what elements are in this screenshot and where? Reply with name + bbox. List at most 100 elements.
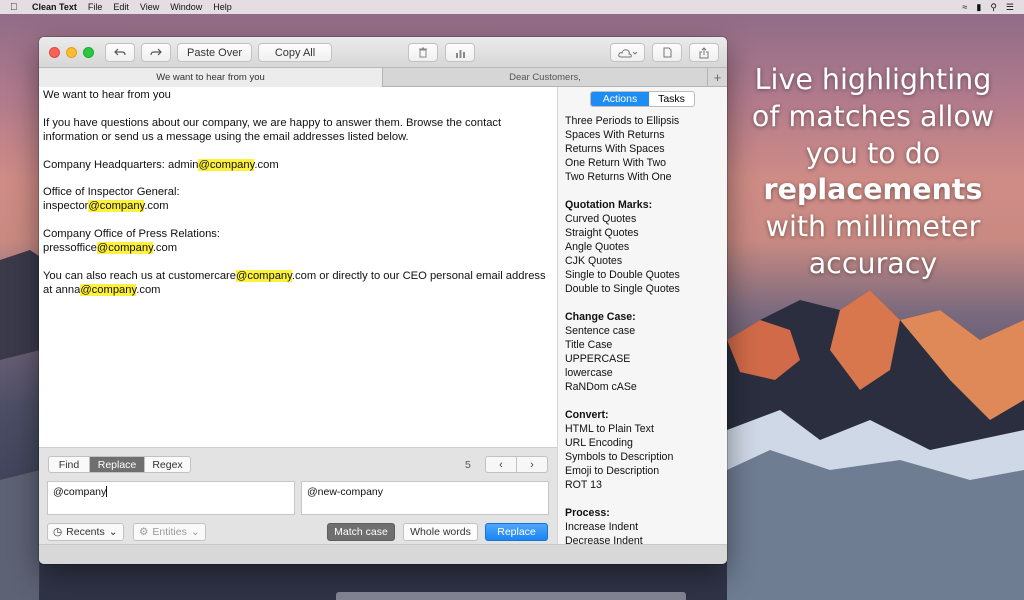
chevron-left-icon: ‹	[499, 458, 503, 471]
action-group-header: Quotation Marks:	[565, 199, 653, 211]
cloud-icon	[617, 48, 637, 57]
whole-words-toggle[interactable]: Whole words	[403, 523, 478, 541]
replace-input[interactable]: @new-company	[301, 481, 549, 515]
redo-button[interactable]	[141, 43, 171, 62]
editor-paragraph: Company Office of Press Relations: press…	[43, 228, 553, 256]
notification-center-icon[interactable]: ☰	[1006, 2, 1014, 13]
editor-paragraph: We want to hear from you	[43, 89, 553, 103]
action-item[interactable]: UPPERCASE	[565, 352, 680, 366]
action-item[interactable]: Angle Quotes	[565, 240, 680, 254]
action-item[interactable]: Double to Single Quotes	[565, 282, 680, 296]
dock	[336, 592, 686, 600]
previous-match-button[interactable]: ‹	[486, 457, 517, 472]
chevron-right-icon: ›	[530, 458, 534, 471]
next-match-button[interactable]: ›	[517, 457, 547, 472]
undo-button[interactable]	[105, 43, 135, 62]
plus-icon: +	[713, 70, 722, 85]
app-window: Paste Over Copy All We want to hear from…	[39, 37, 727, 564]
action-item[interactable]: ROT 13	[565, 478, 680, 492]
match-count: 5	[465, 459, 471, 471]
action-item[interactable]: Three Periods to Ellipsis	[565, 114, 680, 128]
statistics-button[interactable]	[445, 43, 475, 62]
promo-line: accuracy	[808, 246, 938, 280]
action-item[interactable]: Single to Double Quotes	[565, 268, 680, 282]
title-bar: Paste Over Copy All	[39, 37, 727, 68]
action-group-header: Convert:	[565, 409, 609, 421]
replace-mode-button[interactable]: Replace	[90, 457, 144, 472]
segment-actions[interactable]: Actions	[591, 92, 649, 106]
trash-icon	[419, 47, 427, 58]
action-item[interactable]: Straight Quotes	[565, 226, 680, 240]
replace-button[interactable]: Replace	[485, 523, 548, 541]
undo-icon	[114, 48, 126, 55]
action-item[interactable]: Two Returns With One	[565, 170, 680, 184]
menu-view[interactable]: View	[140, 2, 159, 12]
text-editor[interactable]: We want to hear from you If you have ques…	[39, 87, 557, 447]
cloud-menu-button[interactable]	[610, 43, 645, 62]
tab-we-want-to-hear[interactable]: We want to hear from you	[39, 68, 383, 87]
action-item[interactable]: One Return With Two	[565, 156, 680, 170]
match-case-toggle[interactable]: Match case	[327, 523, 395, 541]
action-item[interactable]: URL Encoding	[565, 436, 680, 450]
promo-caption: Live highlighting of matches allow you t…	[740, 62, 1006, 283]
copy-all-button[interactable]: Copy All	[258, 43, 332, 62]
editor-text: You can also reach us at customercare	[43, 269, 236, 282]
editor-text: We want to hear from you	[43, 89, 171, 101]
chevron-down-icon: ⌄	[108, 526, 118, 538]
menu-help[interactable]: Help	[213, 2, 232, 12]
entities-popup[interactable]: ⚙ Entities ⌄	[133, 523, 206, 541]
action-item[interactable]: lowercase	[565, 366, 680, 380]
action-item[interactable]: Curved Quotes	[565, 212, 680, 226]
apple-menu-icon[interactable]: 	[10, 2, 24, 13]
action-item[interactable]: HTML to Plain Text	[565, 422, 680, 436]
clock-icon: ◷	[53, 526, 63, 538]
menu-window[interactable]: Window	[170, 2, 202, 12]
editor-text: .com	[152, 241, 178, 254]
actions-sidebar: Actions Tasks Three Periods to Ellipsis S…	[557, 87, 727, 547]
spotlight-search-icon[interactable]: ⚲	[990, 2, 997, 13]
find-mode-segmented-control: Find Replace Regex	[48, 456, 191, 473]
redo-icon	[150, 48, 162, 55]
editor-text: If you have questions about our company,…	[43, 116, 505, 143]
minimize-window-button[interactable]	[66, 47, 77, 58]
action-group-header: Process:	[565, 507, 610, 519]
search-match-highlight: @company	[198, 158, 255, 171]
trash-button[interactable]	[408, 43, 438, 62]
menu-edit[interactable]: Edit	[113, 2, 129, 12]
editor-text: .com	[136, 283, 161, 296]
segment-tasks[interactable]: Tasks	[649, 92, 694, 106]
action-item[interactable]: Sentence case	[565, 324, 680, 338]
action-item[interactable]: Symbols to Description	[565, 450, 680, 464]
editor-paragraph: Office of Inspector General: inspector@c…	[43, 186, 553, 214]
find-mode-button[interactable]: Find	[49, 457, 90, 472]
find-replace-bar: Find Replace Regex 5 ‹ › @company @new-c…	[39, 447, 557, 544]
action-item[interactable]: Title Case	[565, 338, 680, 352]
action-item[interactable]: Increase Indent	[565, 520, 680, 534]
action-item[interactable]: Spaces With Returns	[565, 128, 680, 142]
wifi-icon[interactable]: ≈	[962, 2, 967, 12]
share-button[interactable]	[689, 43, 719, 62]
search-match-highlight: @company	[96, 241, 153, 254]
menu-file[interactable]: File	[88, 2, 103, 12]
battery-icon[interactable]: ▮	[976, 2, 981, 13]
action-item[interactable]: Emoji to Description	[565, 464, 680, 478]
new-document-button[interactable]	[652, 43, 682, 62]
new-tab-button[interactable]: +	[708, 68, 727, 87]
editor-text: Company Headquarters: admin	[43, 158, 199, 171]
promo-line: of matches allow	[751, 99, 995, 133]
editor-paragraph: Company Headquarters: admin@company.com	[43, 158, 553, 173]
close-window-button[interactable]	[49, 47, 60, 58]
editor-text: .com	[254, 158, 279, 171]
action-item[interactable]: RaNDom cASe	[565, 380, 680, 394]
action-item[interactable]: CJK Quotes	[565, 254, 680, 268]
regex-mode-button[interactable]: Regex	[144, 457, 190, 472]
paste-over-button[interactable]: Paste Over	[177, 43, 252, 62]
document-icon	[663, 47, 671, 58]
tab-dear-customers[interactable]: Dear Customers,	[383, 68, 708, 87]
action-item[interactable]: Returns With Spaces	[565, 142, 680, 156]
find-input[interactable]: @company	[47, 481, 295, 515]
replace-input-value: @new-company	[307, 486, 384, 498]
menu-app-name[interactable]: Clean Text	[32, 2, 77, 12]
zoom-window-button[interactable]	[83, 47, 94, 58]
recents-popup[interactable]: ◷ Recents ⌄	[47, 523, 124, 541]
